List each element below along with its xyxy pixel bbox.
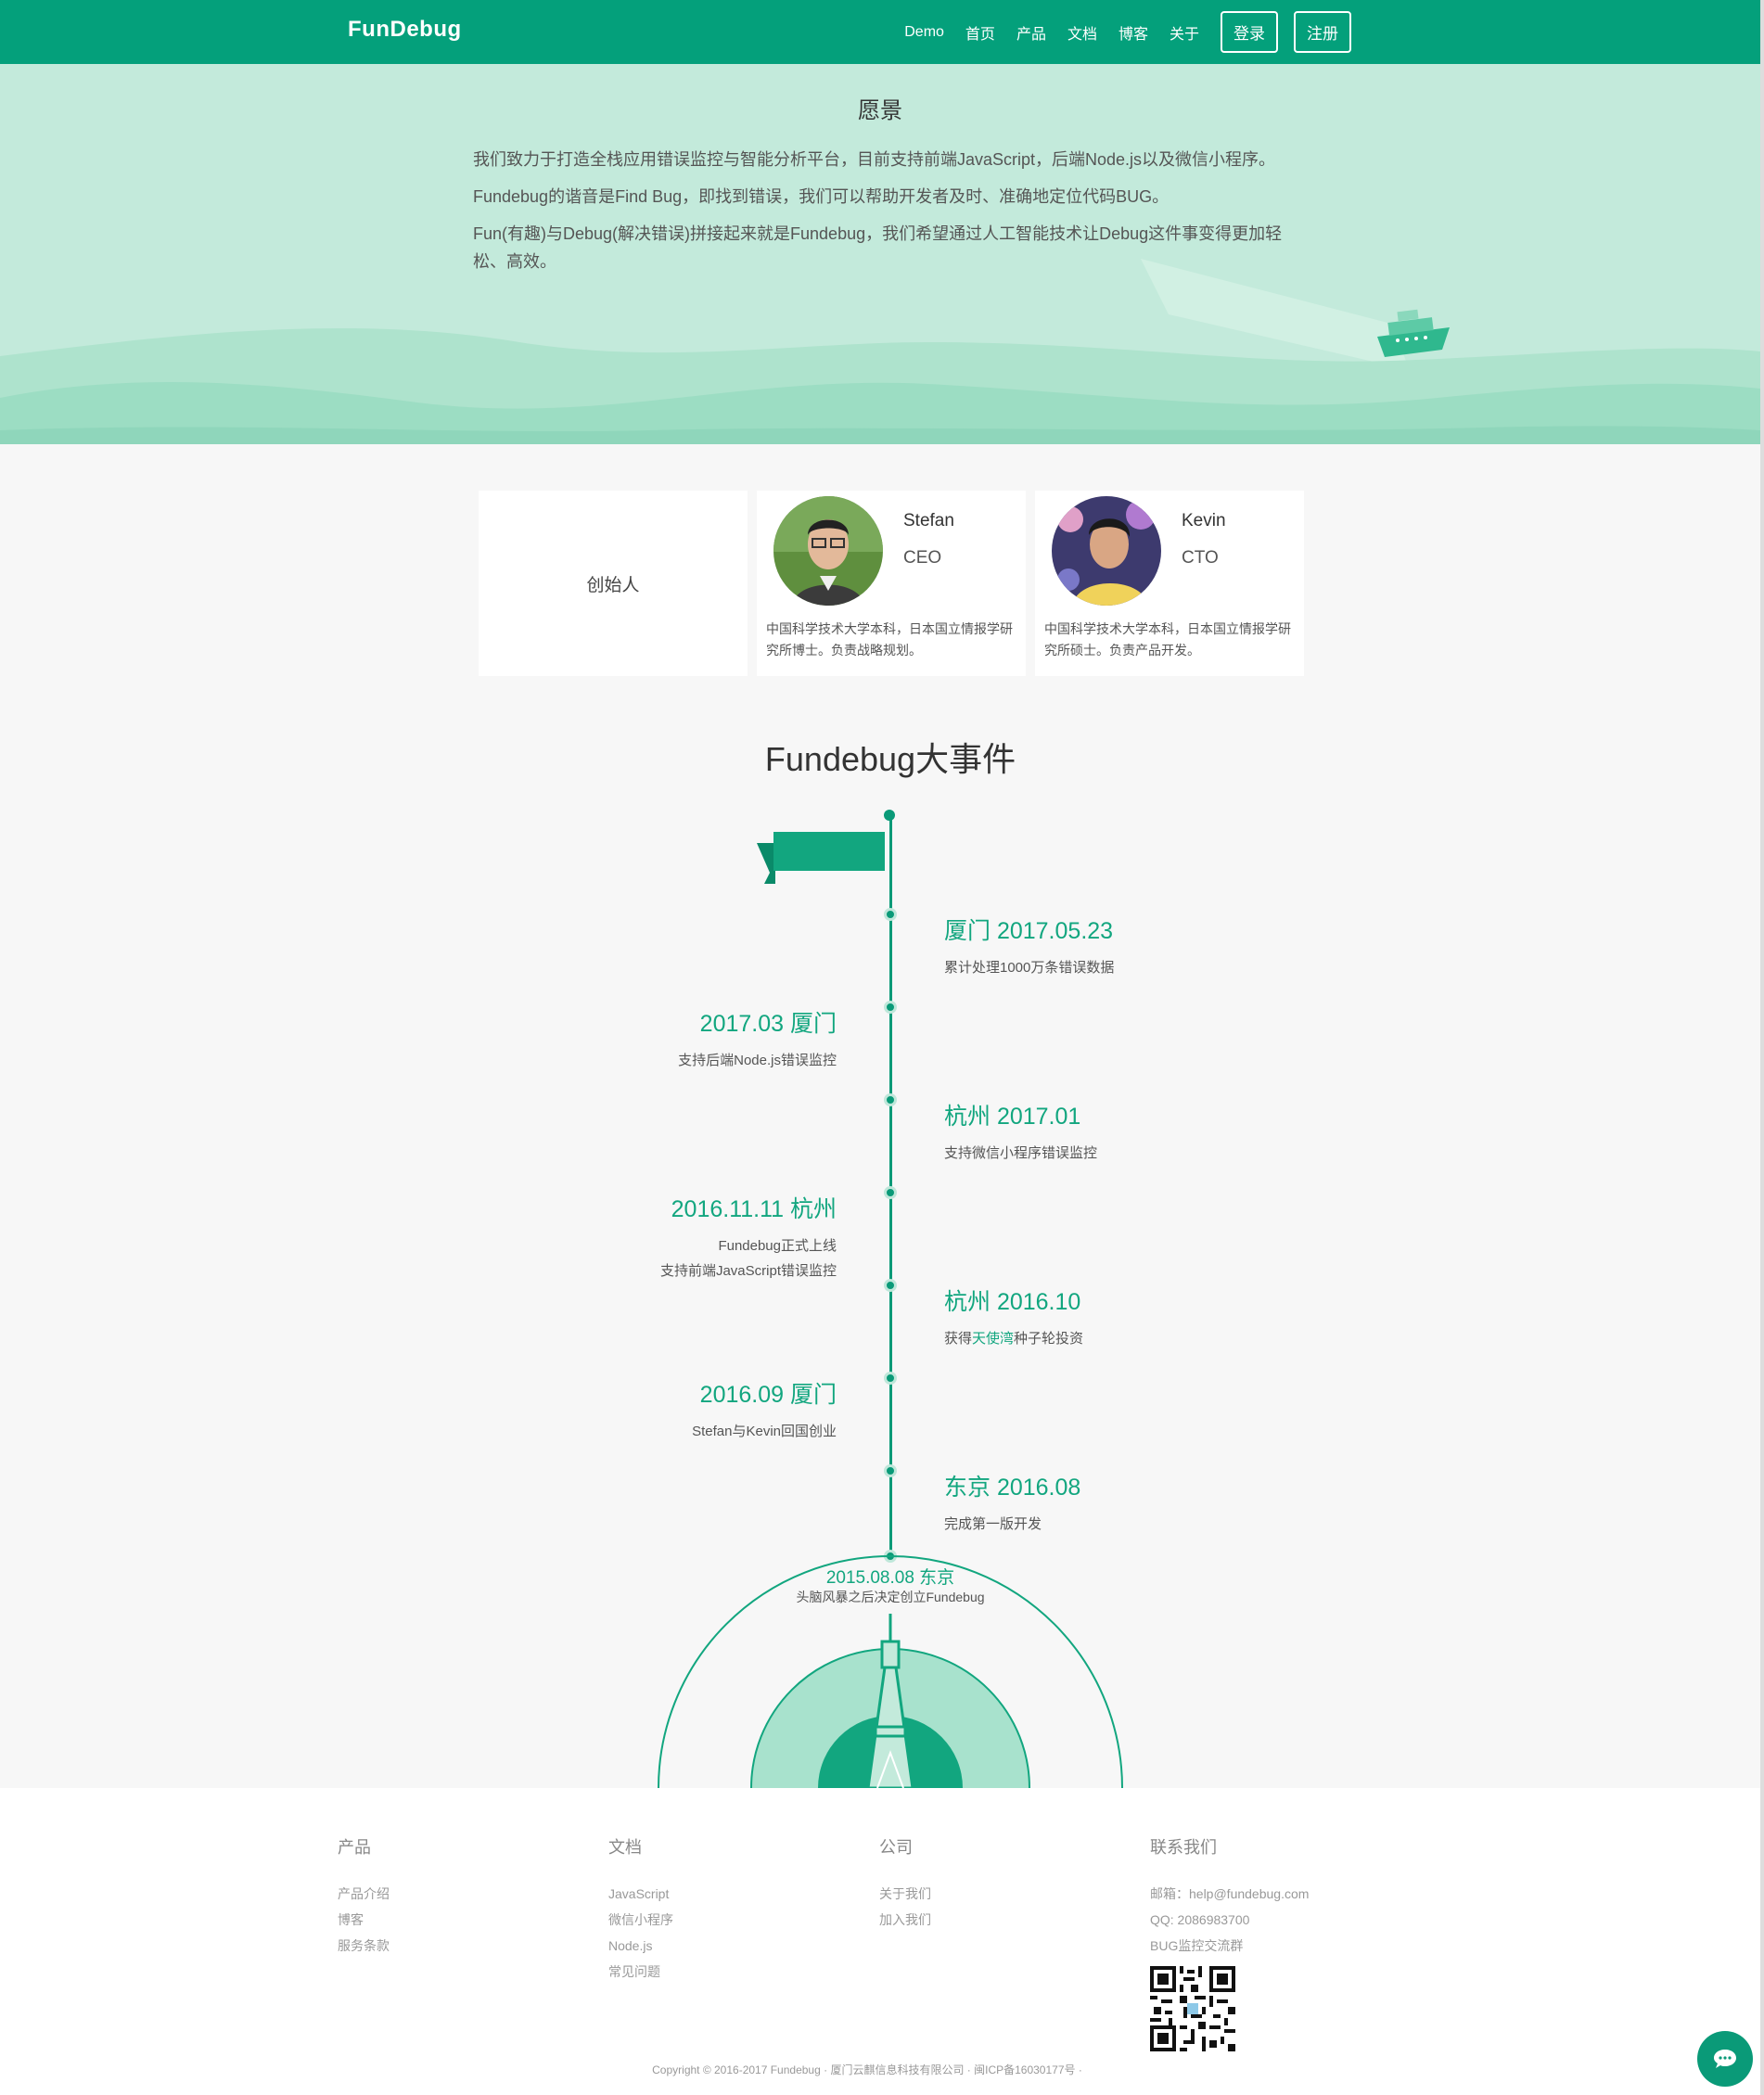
footer-link[interactable]: Node.js [608, 1933, 673, 1959]
footer-link[interactable]: 关于我们 [879, 1881, 931, 1907]
timeline-dot [884, 908, 897, 921]
login-button[interactable]: 登录 [1221, 11, 1278, 53]
event-title: 东京 2016.08 [944, 1475, 1081, 1501]
event-title: 厦门 2017.05.23 [944, 918, 1114, 944]
contact-group: BUG监控交流群 [1150, 1938, 1244, 1953]
event-desc: Fundebug正式上线 [718, 1238, 837, 1254]
timeline-event: 厦门 2017.05.23 累计处理1000万条错误数据 [944, 913, 1114, 980]
footer-col-contact: 联系我们 邮箱：help@fundebug.com QQ: 2086983700… [1150, 1834, 1309, 2056]
chat-button[interactable] [1697, 2031, 1753, 2087]
timeline-dot [884, 1279, 897, 1292]
timeline-top-dot [884, 810, 895, 821]
copyright: Copyright © 2016-2017 Fundebug · 厦门云麒信息科… [652, 2063, 1082, 2076]
timeline-event: 2016.11.11 杭州 Fundebug正式上线 支持前端JavaScrip… [575, 1191, 837, 1284]
top-navbar: FunDebug Demo 首页 产品 文档 博客 关于 登录 注册 [0, 0, 1764, 64]
footer-link[interactable]: 博客 [338, 1907, 390, 1933]
event-desc: 支持微信小程序错误监控 [944, 1145, 1098, 1161]
timeline-dot [884, 1093, 897, 1106]
event-title: 杭州 2016.10 [944, 1289, 1081, 1315]
investor-link[interactable]: 天使湾 [972, 1331, 1014, 1347]
event-title: 2017.03 厦门 [699, 1011, 837, 1037]
footer-col-company: 公司 关于我们 加入我们 [879, 1834, 931, 1933]
contact-qq: QQ: 2086983700 [1150, 1912, 1250, 1927]
nav-blog[interactable]: 博客 [1118, 21, 1148, 44]
logo[interactable]: FunDebug [348, 17, 462, 43]
timeline-event: 杭州 2017.01 支持微信小程序错误监控 [944, 1098, 1097, 1166]
event-desc-text: 获得 [944, 1331, 973, 1347]
avatar-stefan [773, 496, 883, 606]
scrollbar[interactable] [1760, 0, 1764, 2095]
footer-link[interactable]: 常见问题 [608, 1959, 673, 1985]
root-event-title: 2015.08.08 东京 [825, 1568, 955, 1588]
avatar-kevin [1052, 496, 1161, 606]
nav-docs[interactable]: 文档 [1067, 21, 1097, 44]
event-desc: 完成第一版开发 [944, 1516, 1042, 1532]
footer-link[interactable]: 微信小程序 [608, 1907, 673, 1933]
event-desc: Stefan与Kevin回国创业 [692, 1424, 837, 1439]
founder-name: Stefan [903, 511, 954, 530]
timeline-event: 东京 2016.08 完成第一版开发 [944, 1469, 1080, 1537]
event-desc: 获得天使湾种子轮投资 [944, 1326, 1083, 1351]
qr-code [1150, 1966, 1235, 2051]
nav-product[interactable]: 产品 [1016, 21, 1046, 44]
founder-desc: 中国科学技术大学本科，日本国立情报学研究所博士。负责战略规划。 [766, 621, 1013, 658]
nav-about[interactable]: 关于 [1170, 21, 1199, 44]
timeline-event: 杭州 2016.10 获得天使湾种子轮投资 [944, 1284, 1083, 1351]
founder-card-stefan: Stefan CEO 中国科学技术大学本科，日本国立情报学研究所博士。负责战略规… [757, 491, 1026, 676]
timeline-event: 2016.09 厦门 Stefan与Kevin回国创业 [575, 1376, 837, 1444]
footer: 产品 产品介绍 博客 服务条款 文档 JavaScript 微信小程序 Node… [0, 1788, 1760, 2095]
vision-paragraph: Fundebug的谐音是Find Bug，即找到错误，我们可以帮助开发者及时、准… [473, 187, 1170, 206]
event-title: 2016.09 厦门 [699, 1382, 837, 1408]
register-button[interactable]: 注册 [1294, 11, 1351, 53]
timeline-title: Fundebug大事件 [764, 740, 1016, 778]
footer-link[interactable]: 加入我们 [879, 1907, 931, 1933]
timeline-dot [884, 1186, 897, 1199]
vision-text: 我们致力于打造全栈应用错误监控与智能分析平台，目前支持前端JavaScript，… [473, 146, 1289, 285]
vision-title: 愿景 [858, 98, 902, 123]
founder-role: CTO [1182, 548, 1219, 568]
footer-heading: 产品 [338, 1838, 371, 1857]
root-event-desc: 头脑风暴之后决定创立Fundebug [796, 1590, 985, 1604]
footer-link[interactable]: 服务条款 [338, 1933, 390, 1959]
vision-paragraph: 我们致力于打造全栈应用错误监控与智能分析平台，目前支持前端JavaScript，… [473, 150, 1276, 169]
footer-col-product: 产品 产品介绍 博客 服务条款 [338, 1834, 390, 1959]
chat-icon [1714, 2050, 1736, 2068]
timeline-dot [884, 1464, 897, 1477]
timeline-dot [884, 1372, 897, 1385]
nav-demo[interactable]: Demo [904, 24, 944, 41]
page: FunDebug Demo 首页 产品 文档 博客 关于 登录 注册 愿景 我们… [0, 0, 1764, 2095]
footer-heading: 文档 [608, 1838, 642, 1857]
footer-heading: 联系我们 [1150, 1838, 1217, 1857]
event-desc: 支持后端Node.js错误监控 [678, 1053, 837, 1068]
logo-text: FunDebug [348, 17, 462, 42]
footer-col-docs: 文档 JavaScript 微信小程序 Node.js 常见问题 [608, 1834, 673, 1985]
founder-card-kevin: Kevin CTO 中国科学技术大学本科，日本国立情报学研究所硕士。负责产品开发… [1035, 491, 1304, 676]
event-title: 杭州 2017.01 [944, 1104, 1081, 1130]
event-desc: 支持前端JavaScript错误监控 [659, 1263, 837, 1279]
event-desc: 累计处理1000万条错误数据 [944, 960, 1115, 976]
nav-home[interactable]: 首页 [965, 21, 995, 44]
founders-title-card: 创始人 [479, 491, 748, 676]
founder-role: CEO [903, 548, 942, 568]
contact-email[interactable]: 邮箱：help@fundebug.com [1150, 1881, 1309, 1907]
timeline-event: 2017.03 厦门 支持后端Node.js错误监控 [575, 1005, 837, 1073]
vision-paragraph: Fun(有趣)与Debug(解决错误)拼接起来就是Fundebug，我们希望通过… [473, 224, 1283, 271]
founders-title: 创始人 [586, 575, 640, 595]
footer-heading: 公司 [879, 1838, 913, 1857]
nav-menu: Demo 首页 产品 文档 博客 关于 登录 注册 [883, 0, 1351, 64]
timeline-dot [884, 1001, 897, 1014]
flag-illustration [757, 832, 885, 884]
footer-link[interactable]: JavaScript [608, 1881, 673, 1907]
footer-link[interactable]: 产品介绍 [338, 1881, 390, 1907]
vision-section: 愿景 我们致力于打造全栈应用错误监控与智能分析平台，目前支持前端JavaScri… [0, 64, 1760, 444]
event-title: 2016.11.11 杭州 [671, 1196, 837, 1222]
event-desc-text: 种子轮投资 [1014, 1331, 1084, 1347]
founder-desc: 中国科学技术大学本科，日本国立情报学研究所硕士。负责产品开发。 [1044, 621, 1291, 658]
founder-name: Kevin [1182, 511, 1226, 530]
